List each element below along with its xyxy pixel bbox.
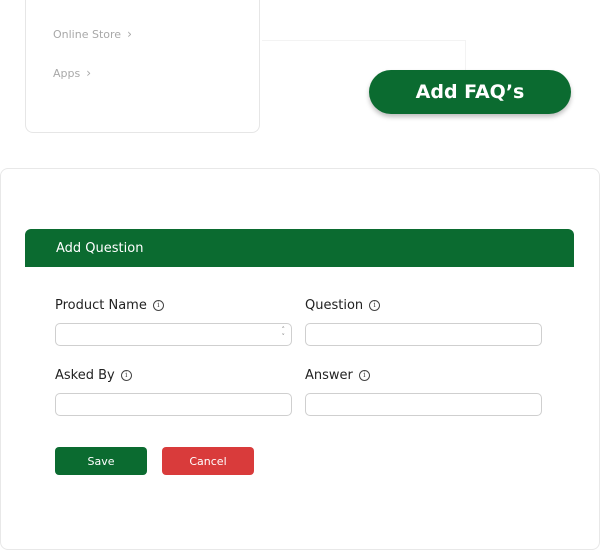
cancel-label: Cancel — [189, 454, 227, 468]
info-icon[interactable]: i — [120, 370, 132, 381]
info-icon[interactable]: i — [152, 300, 164, 311]
question-label: Question i — [305, 298, 381, 313]
nav-item-apps[interactable]: Apps › — [53, 66, 91, 80]
product-name-label: Product Name i — [55, 298, 164, 313]
save-label: Save — [87, 454, 115, 468]
add-faq-label: Add FAQ’s — [415, 81, 525, 103]
answer-label: Answer i — [305, 368, 370, 383]
add-question-form: Add Question Product Name i ˄ ˅ Question … — [0, 168, 600, 550]
save-button[interactable]: Save — [55, 447, 147, 475]
info-icon[interactable]: i — [369, 300, 381, 311]
question-input[interactable] — [305, 323, 542, 346]
nav-item-online-store[interactable]: Online Store › — [53, 27, 132, 41]
answer-label-text: Answer — [305, 368, 353, 383]
cancel-button[interactable]: Cancel — [162, 447, 254, 475]
question-label-text: Question — [305, 298, 364, 313]
form-header: Add Question — [25, 229, 574, 267]
divider — [465, 40, 466, 70]
select-arrows-icon: ˄ ˅ — [281, 326, 286, 341]
answer-input[interactable] — [305, 393, 542, 416]
info-icon[interactable]: i — [358, 370, 370, 381]
asked-by-input[interactable] — [55, 393, 292, 416]
nav-item-label: Apps — [53, 66, 81, 80]
nav-card: Online Store › Apps › — [25, 0, 260, 133]
form-title: Add Question — [56, 240, 144, 256]
chevron-right-icon: › — [86, 66, 92, 80]
nav-item-label: Online Store — [53, 27, 122, 41]
product-name-label-text: Product Name — [55, 298, 147, 313]
add-faq-button[interactable]: Add FAQ’s — [369, 70, 571, 114]
asked-by-label: Asked By i — [55, 368, 132, 383]
product-name-select[interactable]: ˄ ˅ — [55, 323, 292, 346]
divider — [262, 40, 466, 41]
asked-by-label-text: Asked By — [55, 368, 115, 383]
chevron-right-icon: › — [127, 27, 132, 41]
